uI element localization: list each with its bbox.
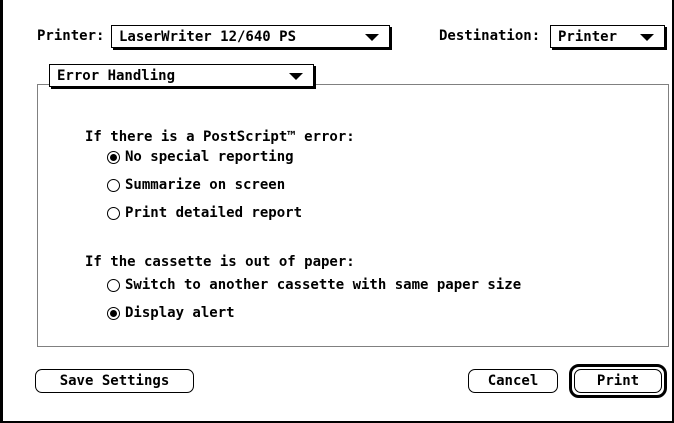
radio-label: Display alert xyxy=(125,305,235,321)
radio-switch-cassette[interactable]: Switch to another cassette with same pap… xyxy=(107,277,521,293)
print-button[interactable]: Print xyxy=(574,369,662,393)
radio-print-detailed-report[interactable]: Print detailed report xyxy=(107,205,302,221)
section-popup[interactable]: Error Handling xyxy=(49,64,314,87)
radio-button[interactable] xyxy=(107,206,120,220)
printer-popup-value: LaserWriter 12/640 PS xyxy=(119,28,297,45)
chevron-down-icon xyxy=(365,34,379,41)
radio-button[interactable] xyxy=(107,178,120,192)
radio-button-selected[interactable] xyxy=(107,150,120,164)
radio-no-special-reporting[interactable]: No special reporting xyxy=(107,149,294,165)
radio-label: No special reporting xyxy=(125,149,294,165)
radio-label: Switch to another cassette with same pap… xyxy=(125,277,522,293)
destination-label: Destination: xyxy=(439,28,541,44)
destination-popup-value: Printer xyxy=(558,28,618,45)
chevron-down-icon xyxy=(640,34,654,41)
printer-label: Printer: xyxy=(37,28,105,44)
radio-label: Summarize on screen xyxy=(125,177,286,193)
postscript-error-heading: If there is a PostScript™ error: xyxy=(85,129,355,145)
radio-summarize-on-screen[interactable]: Summarize on screen xyxy=(107,177,285,193)
radio-button[interactable] xyxy=(107,278,120,292)
destination-popup[interactable]: Printer xyxy=(550,25,665,48)
radio-label: Print detailed report xyxy=(125,205,303,221)
printer-popup[interactable]: LaserWriter 12/640 PS xyxy=(111,25,390,48)
chevron-down-icon xyxy=(289,73,303,80)
cassette-heading: If the cassette is out of paper: xyxy=(85,254,355,270)
radio-display-alert[interactable]: Display alert xyxy=(107,305,235,321)
save-settings-button[interactable]: Save Settings xyxy=(35,369,194,393)
section-popup-value: Error Handling xyxy=(57,67,176,84)
print-dialog: Printer: LaserWriter 12/640 PS Destinati… xyxy=(0,0,674,423)
cancel-button[interactable]: Cancel xyxy=(468,369,558,393)
radio-button-selected[interactable] xyxy=(107,306,120,320)
